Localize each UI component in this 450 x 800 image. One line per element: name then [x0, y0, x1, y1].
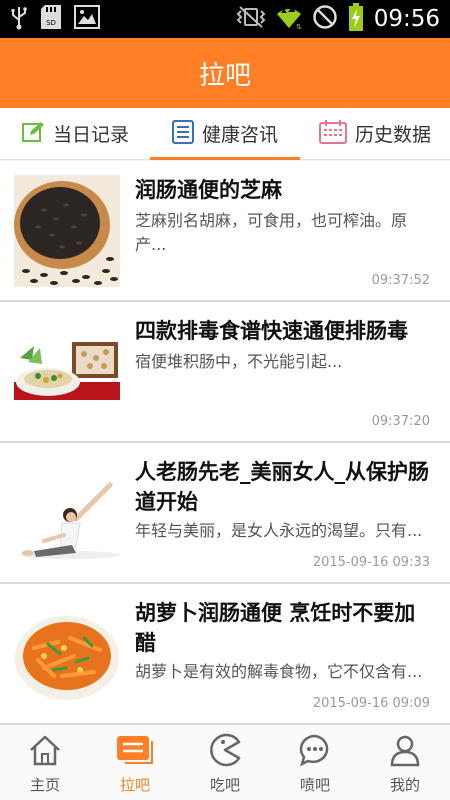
article-summary: 宿便堆积肠中，不光能引起... — [135, 352, 343, 371]
status-bar-right: ⇅ 09:56 — [236, 3, 440, 35]
no-sim-icon — [312, 4, 338, 34]
article-summary: 年轻与美丽，是女人永远的渴望。只有... — [135, 521, 423, 540]
article-time: 09:37:52 — [371, 273, 430, 288]
tab-history-data[interactable]: 历史数据 — [300, 108, 450, 159]
article-title: 人老肠先老_美丽女人_从保护肠道开始 — [135, 460, 429, 514]
tab-daily-record[interactable]: 当日记录 — [0, 108, 150, 159]
home-icon — [28, 733, 62, 771]
tab-label: 健康咨讯 — [201, 124, 278, 146]
article-title: 四款排毒食谱快速通便排肠毒 — [135, 319, 408, 343]
status-time: 09:56 — [373, 6, 440, 32]
article-time: 2015-09-16 09:33 — [312, 555, 430, 570]
nav-penba[interactable]: 喷吧 — [270, 725, 360, 800]
article-title: 润肠通便的芝麻 — [135, 178, 282, 202]
article-list: 润肠通便的芝麻 芝麻别名胡麻，可食用，也可榨油。原产... 09:37:52 四… — [0, 161, 450, 724]
nav-label: 主页 — [29, 776, 60, 794]
list-item[interactable]: 胡萝卜润肠通便 烹饪时不要加醋 胡萝卜是有效的解毒食物，它不仅含有... 201… — [0, 584, 450, 724]
article-time: 09:37:20 — [371, 414, 430, 429]
news-icon — [171, 119, 194, 148]
person-icon — [388, 733, 422, 771]
article-time: 2015-09-16 09:09 — [312, 696, 430, 711]
article-summary: 胡萝卜是有效的解毒食物，它不仅含有... — [135, 662, 423, 681]
nav-chiba[interactable]: 吃吧 — [180, 725, 270, 800]
svg-text:SD: SD — [46, 19, 56, 27]
carrot-dish-image — [14, 598, 120, 710]
bottom-nav: 主页 拉吧 吃吧 喷吧 我的 — [0, 724, 450, 800]
usb-icon — [10, 4, 28, 34]
list-item[interactable]: 人老肠先老_美丽女人_从保护肠道开始 年轻与美丽，是女人永远的渴望。只有... … — [0, 443, 450, 584]
dishes-image — [14, 316, 120, 428]
status-bar-left: SD — [10, 4, 100, 34]
image-icon — [74, 5, 100, 33]
article-title: 胡萝卜润肠通便 烹饪时不要加醋 — [135, 601, 416, 655]
tab-label: 当日记录 — [52, 124, 129, 146]
tab-health-news[interactable]: 健康咨讯 — [150, 108, 300, 160]
nav-label: 拉吧 — [119, 776, 150, 794]
edit-icon — [21, 120, 45, 148]
nav-mine[interactable]: 我的 — [360, 725, 450, 800]
nav-home[interactable]: 主页 — [0, 725, 90, 800]
article-summary: 芝麻别名胡麻，可食用，也可榨油。原产... — [135, 211, 408, 254]
vibrate-icon — [236, 5, 266, 33]
tab-bar: 当日记录 健康咨讯 历史数据 — [0, 108, 450, 160]
calendar-icon — [318, 119, 347, 148]
list-item[interactable]: 润肠通便的芝麻 芝麻别名胡麻，可食用，也可榨油。原产... 09:37:52 — [0, 161, 450, 302]
nav-label: 喷吧 — [299, 776, 330, 794]
svg-text:⇅: ⇅ — [296, 23, 302, 30]
pacman-icon — [208, 733, 242, 771]
page-title: 拉吧 — [198, 60, 251, 91]
nav-label: 我的 — [389, 776, 420, 794]
list-item[interactable]: 四款排毒食谱快速通便排肠毒 宿便堆积肠中，不光能引起... 09:37:20 — [0, 302, 450, 443]
tab-label: 历史数据 — [354, 124, 431, 146]
nav-laba[interactable]: 拉吧 — [90, 725, 180, 800]
speech-bubble-icon — [298, 733, 332, 771]
battery-charging-icon — [348, 3, 364, 35]
yoga-woman-image — [14, 457, 120, 569]
sesame-seeds-image — [14, 175, 120, 287]
chat-box-icon — [115, 733, 155, 771]
status-bar: SD ⇅ 09:56 — [0, 0, 450, 38]
wifi-icon: ⇅ — [276, 4, 302, 34]
nav-label: 吃吧 — [209, 776, 240, 794]
title-bar: 拉吧 — [0, 38, 450, 108]
sd-card-icon: SD — [40, 4, 62, 34]
